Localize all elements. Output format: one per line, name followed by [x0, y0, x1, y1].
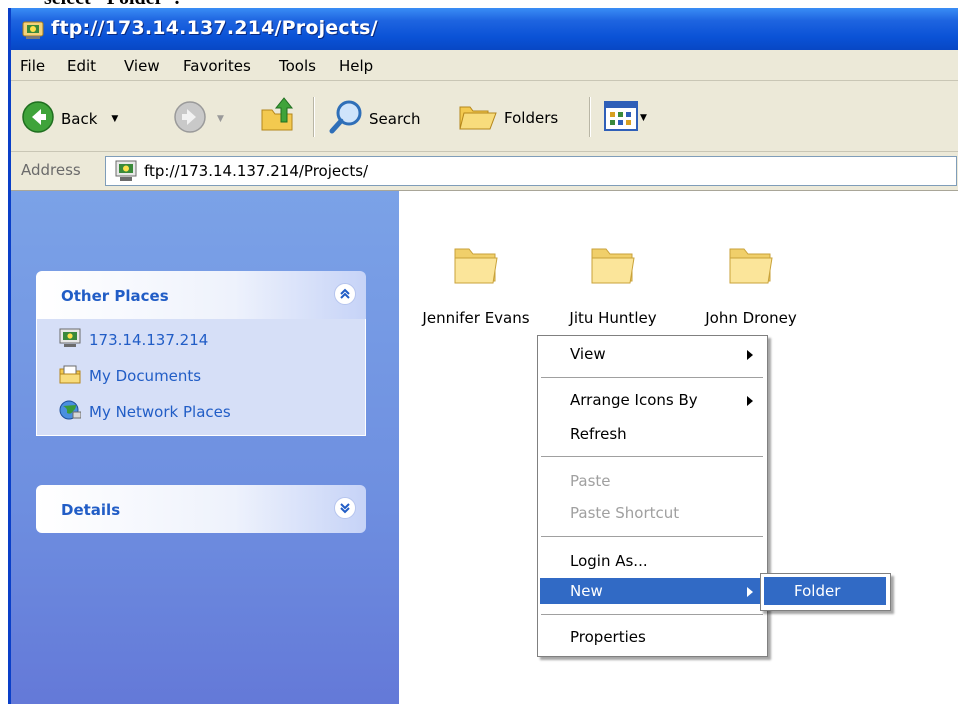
menu-item-login-as[interactable]: Login As...	[540, 548, 765, 574]
address-field[interactable]: ftp://173.14.137.214/Projects/	[105, 156, 957, 186]
task-pane: Other Places 173.14.137.214 My Documents…	[11, 191, 399, 704]
other-places-panel: Other Places 173.14.137.214 My Documents…	[36, 271, 366, 436]
window-title: ftp://173.14.137.214/Projects/	[51, 17, 378, 39]
folder-item[interactable]: Jitu Huntley	[569, 241, 657, 327]
folder-icon	[726, 248, 776, 291]
title-bar[interactable]: ftp://173.14.137.214/Projects/	[11, 8, 958, 50]
menu-item-paste-shortcut: Paste Shortcut	[540, 500, 765, 526]
place-my-network-places[interactable]: My Network Places	[59, 400, 231, 424]
menu-item-label: Arrange Icons By	[570, 391, 698, 409]
my-documents-icon	[59, 364, 81, 388]
folders-button[interactable]: Folders	[458, 99, 558, 137]
forward-button[interactable]: ▼	[173, 100, 224, 138]
menu-item-paste: Paste	[540, 468, 765, 494]
forward-arrow-icon	[173, 100, 207, 138]
folders-icon	[458, 99, 498, 137]
folder-label: John Droney	[705, 309, 797, 327]
other-places-header[interactable]: Other Places	[36, 271, 366, 319]
up-folder-icon	[259, 96, 297, 138]
place-label: My Documents	[89, 367, 202, 385]
toolbar: Back ▼ ▼ Search Folders ▼	[11, 81, 958, 152]
network-globe-icon	[59, 400, 82, 424]
folders-label: Folders	[504, 109, 559, 127]
place-label: 173.14.137.214	[89, 331, 209, 349]
place-my-documents[interactable]: My Documents	[59, 364, 201, 388]
ftp-folder-icon	[22, 18, 44, 44]
other-places-body: 173.14.137.214 My Documents My Network P…	[36, 319, 366, 436]
ftp-site-icon	[114, 160, 138, 186]
menu-tools[interactable]: Tools	[279, 57, 316, 75]
search-label: Search	[369, 110, 421, 128]
folder-icon	[451, 248, 501, 291]
menu-item-label: Login As...	[570, 552, 648, 570]
folder-item[interactable]: John Droney	[705, 241, 797, 327]
place-label: My Network Places	[89, 403, 231, 421]
ftp-site-icon	[59, 328, 81, 352]
place-ftp-site[interactable]: 173.14.137.214	[59, 328, 208, 352]
menu-item-label: Paste Shortcut	[570, 504, 680, 522]
views-grid-icon	[604, 101, 638, 135]
submenu-arrow-icon	[747, 587, 753, 597]
menu-item-arrange-icons-by[interactable]: Arrange Icons By	[540, 387, 765, 413]
back-button[interactable]: Back ▼	[21, 100, 118, 138]
address-bar: Address ftp://173.14.137.214/Projects/	[11, 152, 958, 191]
folder-icon	[588, 248, 638, 291]
details-title: Details	[61, 501, 121, 519]
new-submenu: Folder	[760, 573, 891, 611]
menu-item-label: View	[570, 345, 606, 363]
search-icon	[329, 99, 365, 139]
menu-bar: File Edit View Favorites Tools Help	[11, 50, 958, 81]
collapse-chevron-icon[interactable]	[334, 283, 356, 305]
forward-dropdown-icon[interactable]: ▼	[217, 114, 224, 124]
address-label: Address	[21, 161, 81, 179]
submenu-item-folder[interactable]: Folder	[764, 577, 886, 605]
back-arrow-icon	[21, 100, 55, 138]
menu-edit[interactable]: Edit	[67, 57, 96, 75]
search-button[interactable]: Search	[329, 99, 421, 139]
menu-item-refresh[interactable]: Refresh	[540, 421, 765, 447]
folder-item[interactable]: Jennifer Evans	[422, 241, 530, 327]
views-button[interactable]: ▼	[604, 101, 647, 135]
menu-item-label: Properties	[570, 628, 646, 646]
menu-view[interactable]: View	[124, 57, 160, 75]
details-panel: Details	[36, 485, 366, 533]
back-label: Back	[61, 110, 98, 128]
submenu-arrow-icon	[747, 350, 753, 360]
menu-item-label: Paste	[570, 472, 611, 490]
menu-file[interactable]: File	[20, 57, 45, 75]
context-menu: View Arrange Icons By Refresh Paste Past…	[537, 335, 768, 657]
menu-favorites[interactable]: Favorites	[183, 57, 251, 75]
submenu-item-label: Folder	[794, 582, 841, 600]
views-dropdown-icon[interactable]: ▼	[640, 113, 647, 123]
menu-item-label: New	[570, 582, 603, 600]
menu-item-view[interactable]: View	[540, 341, 765, 367]
back-dropdown-icon[interactable]: ▼	[111, 114, 118, 124]
menu-item-properties[interactable]: Properties	[540, 624, 765, 650]
address-value: ftp://173.14.137.214/Projects/	[144, 162, 369, 180]
up-folder-button[interactable]	[259, 96, 297, 138]
folder-label: Jitu Huntley	[569, 309, 657, 327]
other-places-title: Other Places	[61, 287, 169, 305]
expand-chevron-icon[interactable]	[334, 497, 356, 519]
details-header[interactable]: Details	[36, 485, 366, 533]
submenu-arrow-icon	[747, 396, 753, 406]
menu-help[interactable]: Help	[339, 57, 373, 75]
folder-label: Jennifer Evans	[422, 309, 530, 327]
menu-item-label: Refresh	[570, 425, 627, 443]
menu-item-new[interactable]: New	[540, 578, 765, 604]
